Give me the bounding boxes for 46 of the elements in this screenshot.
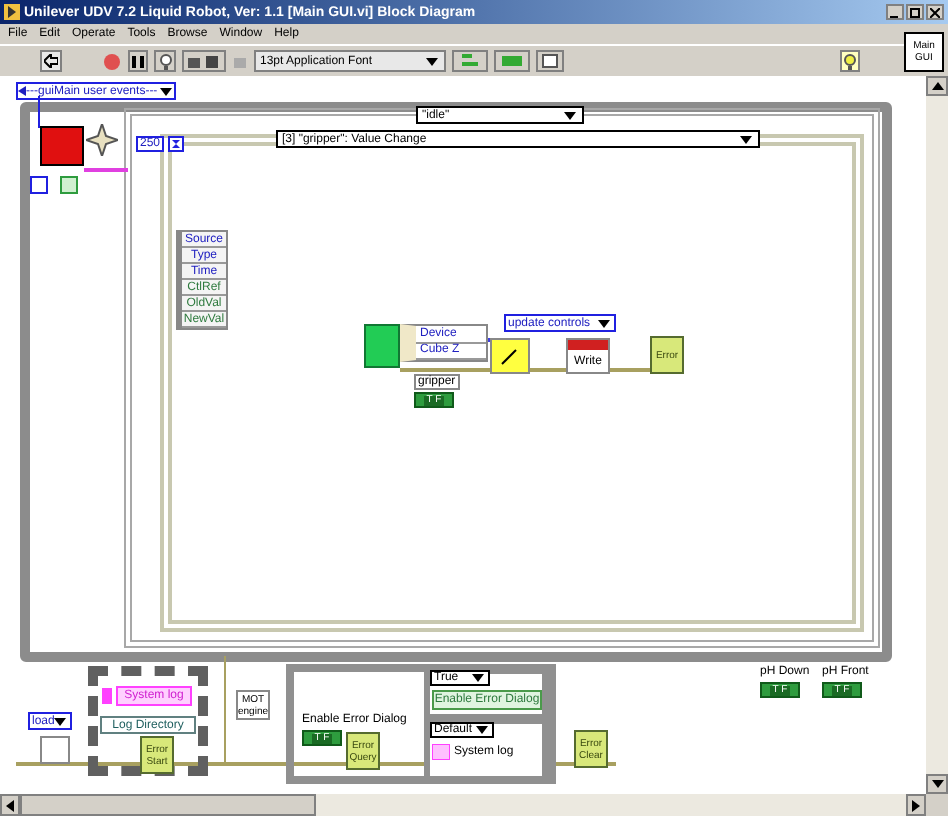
minimize-button[interactable] [886, 4, 904, 20]
run-arrow-icon [44, 54, 58, 68]
compass-icon [86, 124, 118, 156]
function-node [40, 736, 70, 764]
bulb-icon [159, 53, 171, 69]
wand-icon [500, 346, 520, 366]
reorder-dropdown[interactable] [536, 50, 564, 72]
pause-icon [132, 55, 144, 67]
function-node [40, 126, 84, 166]
step-button[interactable] [182, 50, 226, 72]
scroll-thumb[interactable] [20, 794, 316, 816]
bulb-icon [844, 53, 856, 69]
right-arrow-icon [912, 799, 920, 811]
run-button[interactable] [40, 50, 62, 72]
caret-icon [426, 57, 438, 65]
align-dropdown[interactable] [452, 50, 488, 72]
distribute-icon [502, 54, 522, 68]
reorder-icon [542, 54, 558, 68]
caret-icon [472, 674, 484, 682]
help-button[interactable] [840, 50, 860, 72]
step-out-icon [232, 53, 248, 69]
pause-button[interactable] [128, 50, 148, 72]
caret-icon [740, 135, 752, 143]
set-entity-node [364, 324, 400, 368]
caret-icon [476, 726, 488, 734]
stop-icon [104, 53, 120, 69]
align-icon [462, 54, 478, 68]
step-icons [186, 53, 222, 69]
highlight-button[interactable] [154, 50, 176, 72]
horizontal-scrollbar[interactable] [0, 794, 926, 816]
loop-condition-icon [60, 176, 78, 194]
maximize-button[interactable] [906, 4, 924, 20]
caret-icon [598, 319, 610, 327]
caret-icon [160, 87, 172, 95]
app-icon [4, 4, 20, 20]
close-button[interactable] [926, 4, 944, 20]
hourglass-icon [168, 136, 184, 152]
close-icon [930, 7, 940, 17]
caret-icon [564, 111, 576, 119]
reference-terminal-icon [102, 688, 112, 704]
vertical-scrollbar[interactable] [926, 76, 948, 794]
maximize-icon [910, 7, 920, 17]
caret-icon [54, 717, 67, 725]
iteration-terminal [30, 176, 48, 194]
up-arrow-icon [931, 82, 943, 90]
arrow-icon [18, 86, 26, 96]
